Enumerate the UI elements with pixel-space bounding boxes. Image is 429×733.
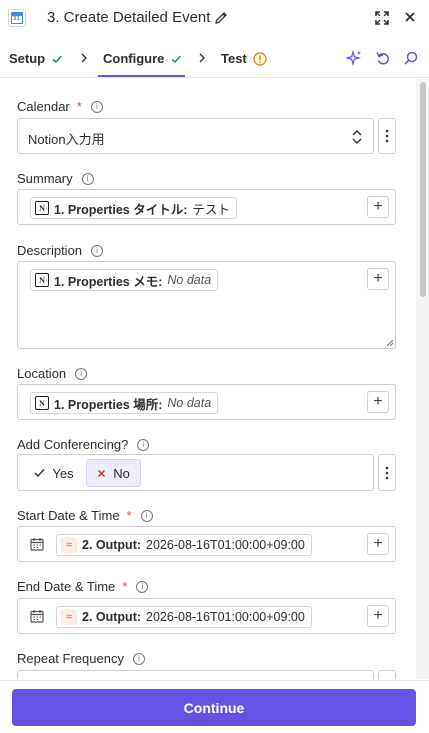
- more-vertical-icon: [385, 129, 389, 143]
- info-icon[interactable]: i: [91, 244, 104, 257]
- undo-icon[interactable]: [375, 50, 391, 66]
- add-location-button[interactable]: +: [367, 391, 389, 413]
- start-datetime-field[interactable]: ≈ 2. Output: 2026-08-16T01:00:00+09:00 +: [17, 526, 396, 562]
- repeat-frequency-select[interactable]: [17, 670, 374, 679]
- formatter-icon: ≈: [61, 609, 77, 625]
- active-tab-indicator: [98, 75, 185, 77]
- notion-icon: N: [35, 201, 49, 215]
- tab-setup[interactable]: Setup: [9, 51, 63, 66]
- location-label: Location i: [17, 366, 88, 381]
- formatter-icon: ≈: [61, 537, 77, 553]
- notion-icon: N: [35, 273, 49, 287]
- calendar-icon: [30, 610, 44, 623]
- calendar-select[interactable]: Notion入力用: [17, 118, 374, 154]
- conferencing-toggle-group: Yes No: [17, 454, 374, 491]
- end-datetime-pill[interactable]: ≈ 2. Output: 2026-08-16T01:00:00+09:00: [56, 606, 312, 628]
- add-start-datetime-button[interactable]: +: [367, 533, 389, 555]
- info-icon[interactable]: i: [137, 438, 150, 451]
- conferencing-yes-option[interactable]: Yes: [24, 459, 84, 487]
- conferencing-label: Add Conferencing? i: [17, 437, 150, 452]
- search-icon[interactable]: [403, 50, 419, 66]
- chevron-right-icon: [199, 53, 205, 63]
- summary-pill[interactable]: N 1. Properties タイトル: テスト: [30, 197, 237, 219]
- info-icon[interactable]: i: [75, 367, 88, 380]
- header: 31 3. Create Detailed Event: [0, 0, 429, 38]
- summary-label: Summary i: [17, 171, 94, 186]
- check-icon: [34, 469, 45, 478]
- tab-test[interactable]: Test: [221, 51, 267, 66]
- location-field[interactable]: N 1. Properties 場所: No data +: [17, 384, 396, 420]
- info-icon[interactable]: i: [140, 509, 153, 522]
- description-pill[interactable]: N 1. Properties メモ: No data: [30, 269, 219, 291]
- info-icon[interactable]: i: [81, 172, 94, 185]
- description-field[interactable]: N 1. Properties メモ: No data +: [17, 261, 396, 349]
- tab-configure[interactable]: Configure: [103, 51, 182, 66]
- chevron-right-icon: [81, 53, 87, 63]
- calendar-value: Notion入力用: [28, 132, 105, 147]
- more-vertical-icon: [385, 466, 389, 479]
- continue-button[interactable]: Continue: [12, 689, 416, 726]
- summary-field[interactable]: N 1. Properties タイトル: テスト +: [17, 189, 396, 225]
- repeat-frequency-label: Repeat Frequency i: [17, 651, 145, 666]
- expand-icon[interactable]: [374, 10, 390, 26]
- end-datetime-label: End Date & Time * i: [17, 579, 149, 594]
- calendar-icon: [30, 538, 44, 551]
- footer: Continue: [0, 680, 429, 733]
- calendar-app-icon: 31: [8, 9, 26, 27]
- info-icon[interactable]: i: [136, 580, 149, 593]
- check-icon: [52, 54, 63, 63]
- check-icon: [171, 54, 182, 63]
- repeat-more-button[interactable]: [378, 670, 396, 679]
- info-icon[interactable]: i: [90, 100, 103, 113]
- configure-form: Calendar * i Notion入力用 Summary i N 1. Pro…: [0, 79, 415, 679]
- info-icon[interactable]: i: [132, 652, 145, 665]
- end-datetime-field[interactable]: ≈ 2. Output: 2026-08-16T01:00:00+09:00 +: [17, 598, 396, 634]
- select-arrows-icon: [352, 130, 362, 144]
- start-datetime-pill[interactable]: ≈ 2. Output: 2026-08-16T01:00:00+09:00: [56, 534, 312, 556]
- sparkle-icon[interactable]: [346, 50, 362, 66]
- add-summary-button[interactable]: +: [367, 196, 389, 218]
- description-label: Description i: [17, 243, 104, 258]
- close-icon[interactable]: [403, 10, 417, 24]
- x-icon: [98, 469, 106, 477]
- start-datetime-label: Start Date & Time * i: [17, 508, 153, 523]
- warning-icon: [253, 51, 267, 66]
- notion-icon: N: [35, 396, 49, 410]
- step-tabs: Setup Configure Test: [0, 38, 429, 78]
- calendar-label: Calendar * i: [17, 99, 103, 114]
- add-description-button[interactable]: +: [367, 268, 389, 290]
- location-pill[interactable]: N 1. Properties 場所: No data: [30, 392, 219, 414]
- conferencing-more-button[interactable]: [378, 454, 396, 491]
- resize-handle-icon[interactable]: [386, 339, 394, 347]
- conferencing-no-option[interactable]: No: [86, 459, 141, 487]
- step-title: 3. Create Detailed Event: [47, 9, 211, 26]
- calendar-more-button[interactable]: [378, 118, 396, 154]
- pencil-icon[interactable]: [213, 10, 229, 26]
- scrollbar-thumb[interactable]: [420, 82, 426, 297]
- add-end-datetime-button[interactable]: +: [367, 605, 389, 627]
